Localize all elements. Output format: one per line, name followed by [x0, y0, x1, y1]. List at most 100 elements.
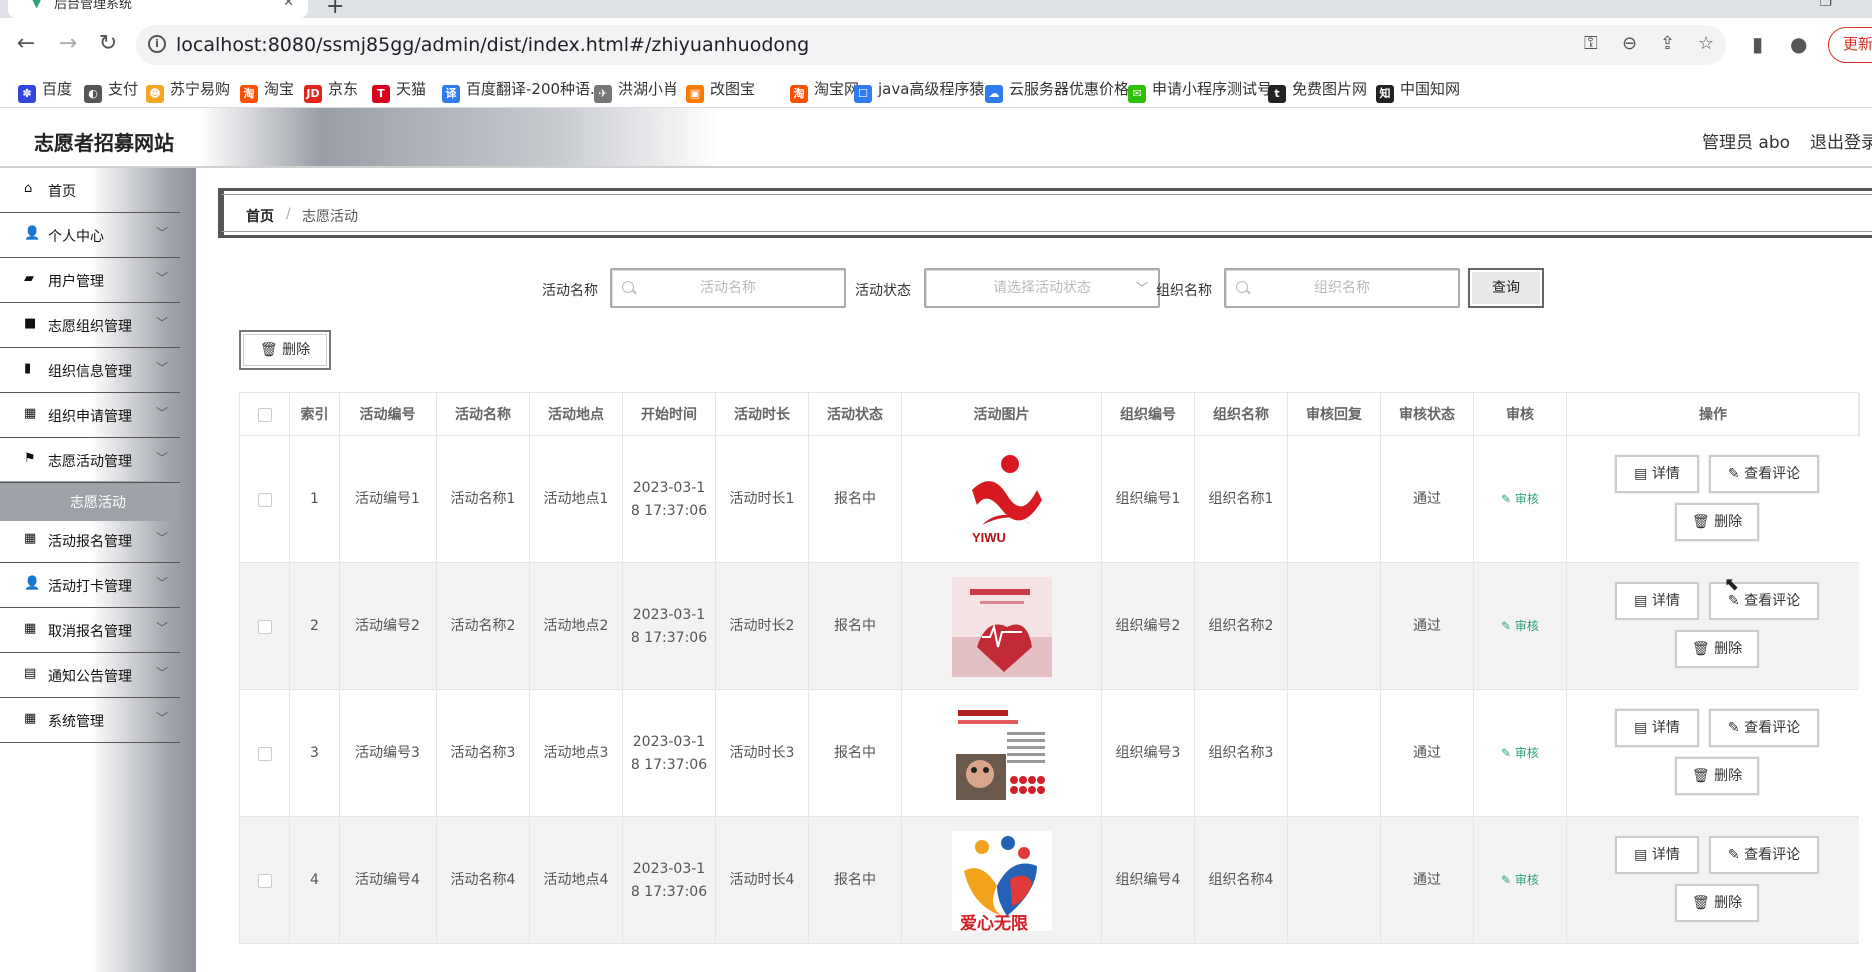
cell-audit-status: 通过 — [1381, 817, 1474, 944]
bookmark-5[interactable]: JD 京东 — [304, 80, 358, 103]
batch-delete-button[interactable]: 🗑 删除 — [239, 330, 331, 370]
window-restore-icon[interactable]: ❐ — [1819, 0, 1832, 10]
start-time-line2: 8 17:37:06 — [630, 502, 708, 519]
view-comments-button[interactable]: ✎ 查看评论 — [1709, 455, 1819, 493]
delete-button[interactable]: 🗑 删除 — [1675, 884, 1759, 922]
audit-link[interactable]: ✎ 审核 — [1501, 742, 1539, 765]
close-icon[interactable]: ✕ — [283, 0, 294, 9]
bookmark-6[interactable]: T 天猫 — [372, 80, 426, 103]
view-comments-button[interactable]: ✎ 查看评论 — [1709, 836, 1819, 874]
update-button[interactable]: 更新 — [1828, 27, 1872, 63]
delete-button[interactable]: 🗑 删除 — [1675, 757, 1759, 795]
select-all-checkbox[interactable] — [257, 408, 272, 422]
new-tab-icon[interactable]: + — [326, 0, 344, 19]
column-header: 活动图片 — [902, 393, 1102, 437]
bookmark-14[interactable]: t 免费图片网 — [1268, 80, 1367, 103]
sidebar-item-8[interactable]: ▦ 活动报名管理 ﹀ — [0, 518, 180, 563]
audit-link[interactable]: ✎ 审核 — [1501, 869, 1539, 892]
sidebar-item-9[interactable]: 👤 活动打卡管理 ﹀ — [0, 563, 180, 608]
view-comments-button[interactable]: ✎ 查看评论 — [1709, 709, 1819, 747]
logout-link[interactable]: 退出登录 — [1810, 128, 1872, 153]
table-row: 3 活动编号3 活动名称3 活动地点3 2023-03-1 8 17:37:06 活动时长3… — [239, 690, 1859, 817]
edit-icon: ✎ — [1501, 873, 1515, 887]
chevron-down-icon: ﹀ — [156, 361, 169, 375]
cell-operations: ▤ 详情 ✎ 查看评论 🗑 删除 — [1567, 817, 1860, 944]
org-name-input[interactable]: 组织名称 — [1224, 268, 1460, 308]
cell-reply — [1288, 436, 1381, 563]
start-time-line1: 2023-03-1 — [632, 606, 706, 623]
sidebar-item-3[interactable]: ▰ 用户管理 ﹀ — [0, 258, 180, 303]
info-icon[interactable]: i — [148, 35, 166, 53]
sidebar-item-7[interactable]: ⚑ 志愿活动管理 ﹀ — [0, 438, 180, 483]
row-checkbox[interactable] — [257, 746, 272, 761]
detail-button[interactable]: ▤ 详情 — [1615, 582, 1699, 620]
reload-icon[interactable]: ↻ — [92, 29, 124, 61]
address-bar[interactable]: i localhost:8080/ssmj85gg/admin/dist/ind… — [136, 25, 1726, 65]
cell-audit-status: 通过 — [1381, 436, 1474, 563]
side-panel-icon[interactable]: ▮ — [1752, 32, 1763, 56]
bookmark-2[interactable]: ◐ 支付 — [84, 80, 138, 103]
love-logo-text: 爱心无限 — [960, 913, 1028, 931]
delete-button[interactable]: 🗑 删除 — [1675, 503, 1759, 541]
key-icon[interactable]: ⚿ — [1584, 33, 1598, 54]
forward-arrow-icon[interactable]: → — [52, 29, 84, 61]
delete-button[interactable]: 🗑 删除 — [1675, 630, 1759, 668]
sidebar-item-11[interactable]: ▤ 通知公告管理 ﹀ — [0, 653, 180, 698]
bookmark-8[interactable]: ✈ 洪湖小肖 — [594, 80, 678, 103]
bookmark-9[interactable]: ▣ 改图宝 — [686, 80, 755, 103]
url-text[interactable]: localhost:8080/ssmj85gg/admin/dist/index… — [176, 34, 809, 56]
cell-name: 活动名称4 — [437, 817, 530, 944]
edit-icon: ✎ — [1501, 619, 1515, 633]
activity-status-select[interactable]: 请选择活动状态 ﹀ — [924, 268, 1160, 308]
profile-icon[interactable]: ● — [1790, 32, 1807, 56]
row-checkbox[interactable] — [257, 492, 272, 507]
row-checkbox[interactable] — [257, 873, 272, 888]
detail-button[interactable]: ▤ 详情 — [1615, 455, 1699, 493]
detail-button[interactable]: ▤ 详情 — [1615, 709, 1699, 747]
breadcrumb-home[interactable]: 首页 — [246, 206, 274, 226]
query-button[interactable]: 查询 — [1468, 268, 1544, 308]
bookmark-10[interactable]: 淘淘宝网 — [790, 80, 859, 103]
audit-link[interactable]: ✎ 审核 — [1501, 615, 1539, 638]
audit-link[interactable]: ✎ 审核 — [1501, 488, 1539, 511]
table-header: 索引 活动编号 活动名称 活动地点 开始时间 活动时长 活动状态 活动图片 组织编号 组织名称 审核… — [239, 392, 1860, 437]
sidebar-item-2[interactable]: 👤 个人中心 ﹀ — [0, 213, 180, 258]
activity-name-input[interactable]: 活动名称 — [610, 268, 846, 308]
bookmark-12[interactable]: ☁ 云服务器优惠价格 — [985, 80, 1129, 103]
back-arrow-icon[interactable]: ← — [10, 29, 42, 61]
bookmark-label: java高级程序猿 — [878, 80, 985, 98]
column-header: 活动名称 — [437, 393, 530, 437]
share-icon[interactable]: ⇪ — [1660, 33, 1675, 54]
bookmark-7[interactable]: 译百度翻译-200种语... — [442, 80, 604, 103]
browser-tab[interactable]: ▼ 后台管理系统 ✕ — [8, 0, 308, 18]
sidebar-item-4[interactable]: ■ 志愿组织管理 ﹀ — [0, 303, 180, 348]
user-icon: 👤 — [24, 226, 41, 241]
sidebar-item-6[interactable]: ▦ 组织申请管理 ﹀ — [0, 393, 180, 438]
table-row: 4 活动编号4 活动名称4 活动地点4 2023-03-1 8 17:37:06 活动时长4… — [239, 817, 1859, 944]
sidebar-item-label: 组织信息管理 — [48, 364, 132, 380]
trash-icon: 🗑 — [1691, 895, 1715, 911]
bookmark-11[interactable]: ☐ java高级程序猿 — [854, 80, 984, 103]
sidebar-subitem-volunteer-activity[interactable]: 志愿活动 — [0, 481, 180, 521]
bookmark-label: 百度 — [42, 80, 73, 98]
bookmark-15[interactable]: 知中国知网 — [1376, 80, 1460, 103]
bookmark-3[interactable]: ☻ 苏宁易购 — [146, 80, 230, 103]
bookmark-label: 云服务器优惠价格 — [1009, 80, 1130, 98]
sidebar-item-12[interactable]: ▦ 系统管理 ﹀ — [0, 698, 180, 743]
robot-icon: ☐ — [854, 85, 872, 103]
star-icon[interactable]: ☆ — [1698, 33, 1714, 54]
bookmark-1[interactable]: ✽ 百度 — [18, 80, 72, 103]
column-header: 活动编号 — [339, 393, 437, 437]
start-time: 2023-03-1 8 17:37:06 — [631, 604, 707, 650]
sidebar-item-5[interactable]: ▮ 组织信息管理 ﹀ — [0, 348, 180, 393]
detail-button[interactable]: ▤ 详情 — [1615, 836, 1699, 874]
sidebar-item-1[interactable]: ⌂ 首页 — [0, 168, 180, 213]
sidebar-item-10[interactable]: ▦ 取消报名管理 ﹀ — [0, 608, 180, 653]
bookmark-4[interactable]: 淘淘宝 — [240, 80, 294, 103]
chevron-down-icon: ﹀ — [156, 531, 169, 545]
zoom-icon[interactable]: ⊖ — [1622, 33, 1637, 54]
sidebar-item-label: 志愿活动管理 — [48, 454, 132, 470]
row-checkbox[interactable] — [257, 619, 272, 634]
video-icon: ■ — [24, 316, 37, 331]
bookmark-13[interactable]: ✉ 申请小程序测试号 — [1128, 80, 1272, 103]
